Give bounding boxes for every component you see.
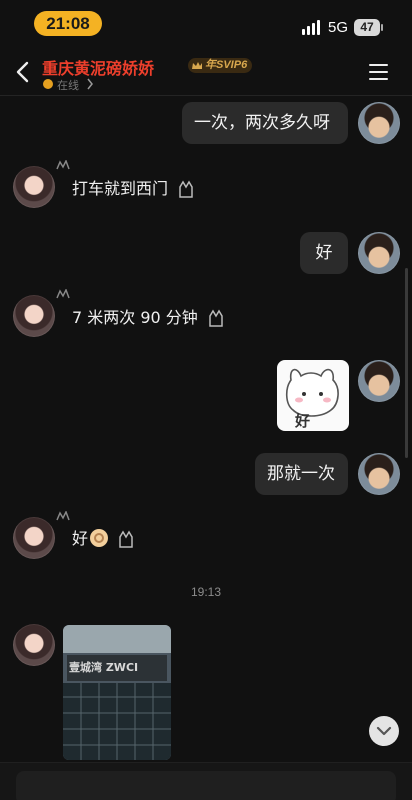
message-bubble-outgoing[interactable]: 好 bbox=[300, 232, 348, 274]
chevron-right-icon bbox=[87, 78, 93, 90]
message-bubble-incoming[interactable]: 好 bbox=[55, 521, 141, 557]
sticker-text: 好 bbox=[295, 412, 311, 430]
svip-label: 年SVIP6 bbox=[205, 59, 248, 71]
cat-ear-decoration-icon bbox=[56, 511, 70, 521]
contact-avatar[interactable] bbox=[13, 517, 55, 559]
my-avatar[interactable] bbox=[358, 102, 400, 144]
message-text: 好 bbox=[72, 529, 89, 548]
hamburger-menu-icon[interactable] bbox=[369, 64, 389, 80]
network-type: 5G bbox=[328, 19, 349, 36]
scrollbar-thumb[interactable] bbox=[405, 268, 408, 458]
chat-header: 重庆黄泥磅娇娇 年SVIP6 在线 bbox=[0, 48, 412, 96]
contact-avatar[interactable] bbox=[13, 295, 55, 337]
bunny-sticker-icon bbox=[285, 368, 339, 417]
cat-ear-decoration-icon bbox=[56, 289, 70, 299]
photo-sign-text: 壹城湾 ZWCI bbox=[69, 661, 139, 674]
crown-icon bbox=[192, 62, 202, 69]
cat-decoration-icon bbox=[119, 530, 133, 548]
building-photo bbox=[63, 625, 171, 760]
message-bubble-outgoing[interactable]: 一次，两次多久呀 bbox=[182, 102, 348, 144]
message-timestamp: 19:13 bbox=[190, 585, 222, 599]
contact-avatar[interactable] bbox=[13, 624, 55, 666]
message-bubble-incoming[interactable]: 打车就到西门 bbox=[55, 171, 201, 207]
status-text: 在线 bbox=[57, 79, 79, 92]
cat-decoration-icon bbox=[179, 180, 193, 198]
scroll-to-bottom-button[interactable] bbox=[369, 716, 399, 746]
svip-badge: 年SVIP6 bbox=[188, 58, 253, 73]
message-text: 打车就到西门 bbox=[72, 179, 169, 198]
my-avatar[interactable] bbox=[358, 232, 400, 274]
message-bubble-outgoing[interactable]: 那就一次 bbox=[255, 453, 348, 495]
image-message[interactable]: 壹城湾 ZWCI bbox=[63, 625, 171, 760]
contact-name[interactable]: 重庆黄泥磅娇娇 bbox=[42, 55, 154, 79]
my-avatar[interactable] bbox=[358, 453, 400, 495]
contact-status[interactable]: 在线 bbox=[43, 77, 103, 92]
chevron-down-icon bbox=[376, 726, 392, 736]
status-dot-icon bbox=[43, 79, 53, 89]
cat-decoration-icon bbox=[209, 309, 223, 327]
status-time: 21:08 bbox=[34, 11, 102, 36]
ok-hand-emoji-icon bbox=[90, 529, 109, 547]
signal-icon bbox=[302, 19, 324, 35]
input-bar bbox=[0, 762, 412, 800]
message-bubble-incoming[interactable]: 7 米两次 90 分钟 bbox=[56, 300, 230, 336]
status-bar: 21:08 5G 47 bbox=[0, 0, 412, 48]
message-text: 7 米两次 90 分钟 bbox=[72, 308, 198, 327]
my-avatar[interactable] bbox=[358, 360, 400, 402]
contact-avatar[interactable] bbox=[13, 166, 55, 208]
message-input[interactable] bbox=[16, 771, 396, 800]
back-arrow-icon[interactable] bbox=[12, 60, 34, 84]
battery-icon: 47 bbox=[354, 19, 380, 36]
sticker-message[interactable]: 好 bbox=[277, 360, 349, 431]
cat-ear-decoration-icon bbox=[56, 160, 70, 170]
battery-tip bbox=[381, 24, 383, 31]
